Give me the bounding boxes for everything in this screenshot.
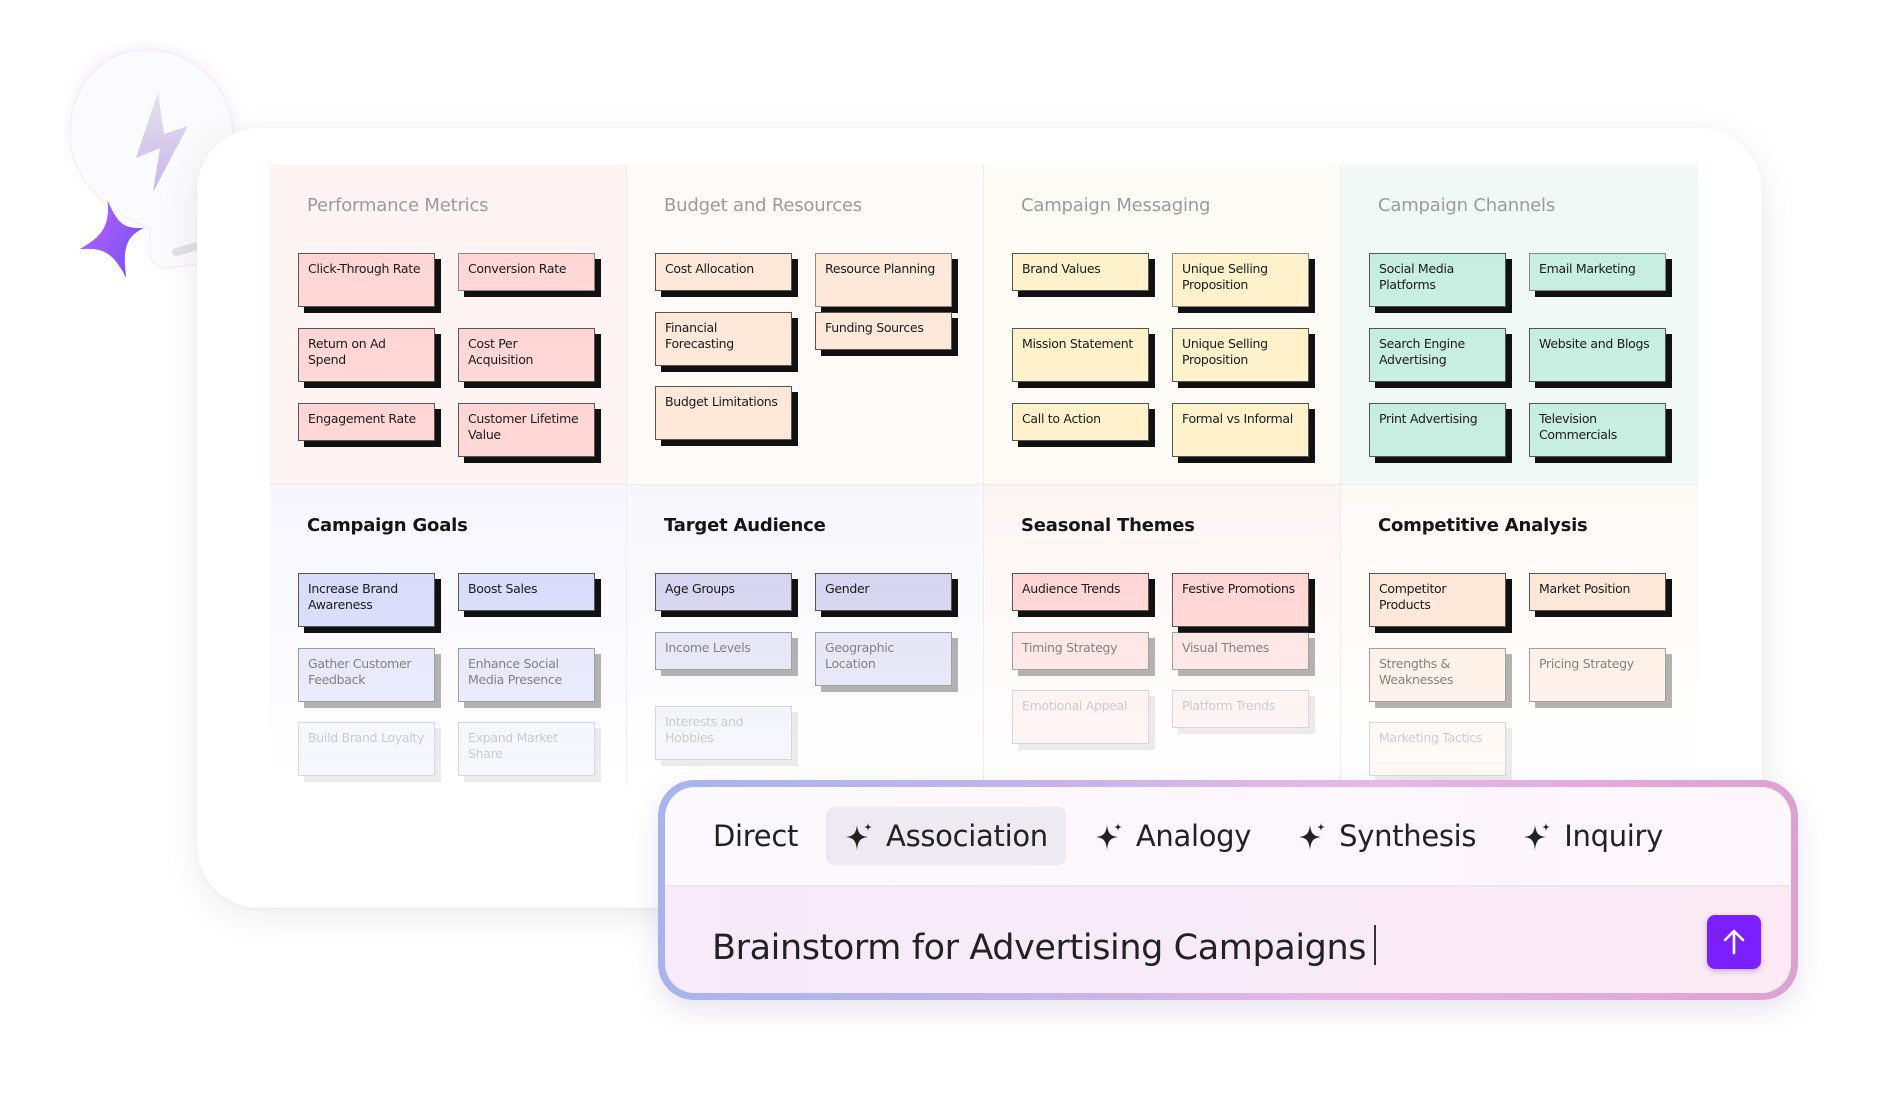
idea-note[interactable]: Cost Allocation: [655, 253, 792, 291]
idea-note[interactable]: Conversion Rate: [458, 253, 595, 291]
mode-tab-analogy[interactable]: Analogy: [1076, 807, 1269, 865]
idea-note[interactable]: Expand Market Share: [458, 722, 595, 776]
category-campaign-channels: Campaign Channels Social Media Platforms E…: [1341, 165, 1698, 485]
idea-note[interactable]: Marketing Tactics: [1369, 722, 1506, 776]
idea-note[interactable]: Return on Ad Spend: [298, 328, 435, 382]
idea-note[interactable]: Age Groups: [655, 573, 792, 611]
idea-note[interactable]: Call to Action: [1012, 403, 1149, 441]
category-title: Target Audience: [664, 515, 826, 536]
idea-note[interactable]: Festive Promotions: [1172, 573, 1309, 627]
idea-note[interactable]: Strengths & Weaknesses: [1369, 648, 1506, 702]
idea-note[interactable]: Search Engine Advertising: [1369, 328, 1506, 382]
category-campaign-goals: Campaign Goals Increase Brand Awareness Bo…: [270, 485, 627, 785]
category-campaign-messaging: Campaign Messaging Brand Values Unique Sel…: [984, 165, 1341, 485]
category-seasonal-themes: Seasonal Themes Audience Trends Festive Pr…: [984, 485, 1341, 785]
idea-note[interactable]: Social Media Platforms: [1369, 253, 1506, 307]
category-budget-and-resources: Budget and Resources Cost Allocation Resou…: [627, 165, 984, 485]
category-title: Seasonal Themes: [1021, 515, 1195, 536]
idea-note[interactable]: Website and Blogs: [1529, 328, 1666, 382]
category-title: Campaign Messaging: [1021, 195, 1211, 216]
idea-note[interactable]: Boost Sales: [458, 573, 595, 611]
mode-tab-direct[interactable]: Direct: [695, 807, 816, 865]
mode-tab-inquiry[interactable]: Inquiry: [1504, 807, 1681, 865]
category-performance-metrics: Performance Metrics Click-Through Rate Con…: [270, 165, 627, 485]
category-title: Performance Metrics: [307, 195, 489, 216]
idea-note[interactable]: Gather Customer Feedback: [298, 648, 435, 702]
category-title: Budget and Resources: [664, 195, 862, 216]
mode-tab-label: Association: [886, 819, 1048, 853]
sparkle-icon: [1299, 823, 1326, 850]
prompt-input-row: Brainstorm for Advertising Campaigns: [665, 887, 1791, 993]
idea-note[interactable]: Emotional Appeal: [1012, 690, 1149, 744]
idea-note[interactable]: Gender: [815, 573, 952, 611]
category-grid: Performance Metrics Click-Through Rate Con…: [270, 165, 1698, 785]
mode-tab-label: Inquiry: [1564, 819, 1664, 853]
idea-note[interactable]: Click-Through Rate: [298, 253, 435, 307]
category-title: Competitive Analysis: [1378, 515, 1588, 536]
sparkle-icon: [1524, 823, 1551, 850]
idea-note[interactable]: Audience Trends: [1012, 573, 1149, 611]
idea-note[interactable]: Engagement Rate: [298, 403, 435, 441]
arrow-up-icon: [1723, 929, 1745, 955]
category-title: Campaign Channels: [1378, 195, 1556, 216]
idea-note[interactable]: Financial Forecasting: [655, 312, 792, 366]
prompt-input[interactable]: Brainstorm for Advertising Campaigns: [712, 925, 1377, 968]
category-target-audience: Target Audience Age Groups Gender Income Le…: [627, 485, 984, 785]
mode-tab-association[interactable]: Association: [826, 807, 1066, 865]
idea-note[interactable]: Budget Limitations: [655, 386, 792, 440]
idea-note[interactable]: Increase Brand Awareness: [298, 573, 435, 627]
idea-note[interactable]: Formal vs Informal: [1172, 403, 1309, 457]
idea-note[interactable]: Build Brand Loyalty: [298, 722, 435, 776]
prompt-input-value: Brainstorm for Advertising Campaigns: [712, 928, 1367, 968]
idea-note[interactable]: Unique Selling Proposition: [1172, 328, 1309, 382]
idea-note[interactable]: Platform Trends: [1172, 690, 1309, 728]
idea-note[interactable]: Print Advertising: [1369, 403, 1506, 457]
category-competitive-analysis: Competitive Analysis Competitor Products M…: [1341, 485, 1698, 785]
idea-note[interactable]: Pricing Strategy: [1529, 648, 1666, 702]
idea-note[interactable]: Email Marketing: [1529, 253, 1666, 291]
idea-note[interactable]: Resource Planning: [815, 253, 952, 307]
prompt-panel-inner: Direct Association Analogy Synthesis Inquiry…: [665, 787, 1791, 993]
idea-note[interactable]: Market Position: [1529, 573, 1666, 611]
idea-note[interactable]: Mission Statement: [1012, 328, 1149, 382]
mode-tab-synthesis[interactable]: Synthesis: [1279, 807, 1494, 865]
mode-tab-label: Analogy: [1135, 819, 1252, 853]
idea-note[interactable]: Geographic Location: [815, 632, 952, 686]
sparkle-icon: [1095, 823, 1122, 850]
idea-note[interactable]: Customer Lifetime Value: [458, 403, 595, 457]
idea-note[interactable]: Television Commercials: [1529, 403, 1666, 457]
idea-note[interactable]: Cost Per Acquisition: [458, 328, 595, 382]
idea-note[interactable]: Brand Values: [1012, 253, 1149, 291]
mode-tabs: Direct Association Analogy Synthesis Inquiry: [665, 787, 1791, 887]
mode-tab-label: Synthesis: [1339, 819, 1477, 853]
category-title: Campaign Goals: [307, 515, 468, 536]
idea-note[interactable]: Timing Strategy: [1012, 632, 1149, 670]
idea-note[interactable]: Competitor Products: [1369, 573, 1506, 627]
idea-note[interactable]: Funding Sources: [815, 312, 952, 350]
idea-note[interactable]: Visual Themes: [1172, 632, 1309, 670]
idea-note[interactable]: Enhance Social Media Presence: [458, 648, 595, 702]
text-caret: [1374, 925, 1377, 965]
mode-tab-label: Direct: [713, 819, 799, 853]
idea-note[interactable]: Income Levels: [655, 632, 792, 670]
idea-note[interactable]: Unique Selling Proposition: [1172, 253, 1309, 307]
sparkle-icon: [846, 823, 873, 850]
prompt-panel: Direct Association Analogy Synthesis Inquiry…: [658, 780, 1798, 1000]
send-button[interactable]: [1707, 915, 1761, 969]
idea-note[interactable]: Interests and Hobbies: [655, 706, 792, 760]
